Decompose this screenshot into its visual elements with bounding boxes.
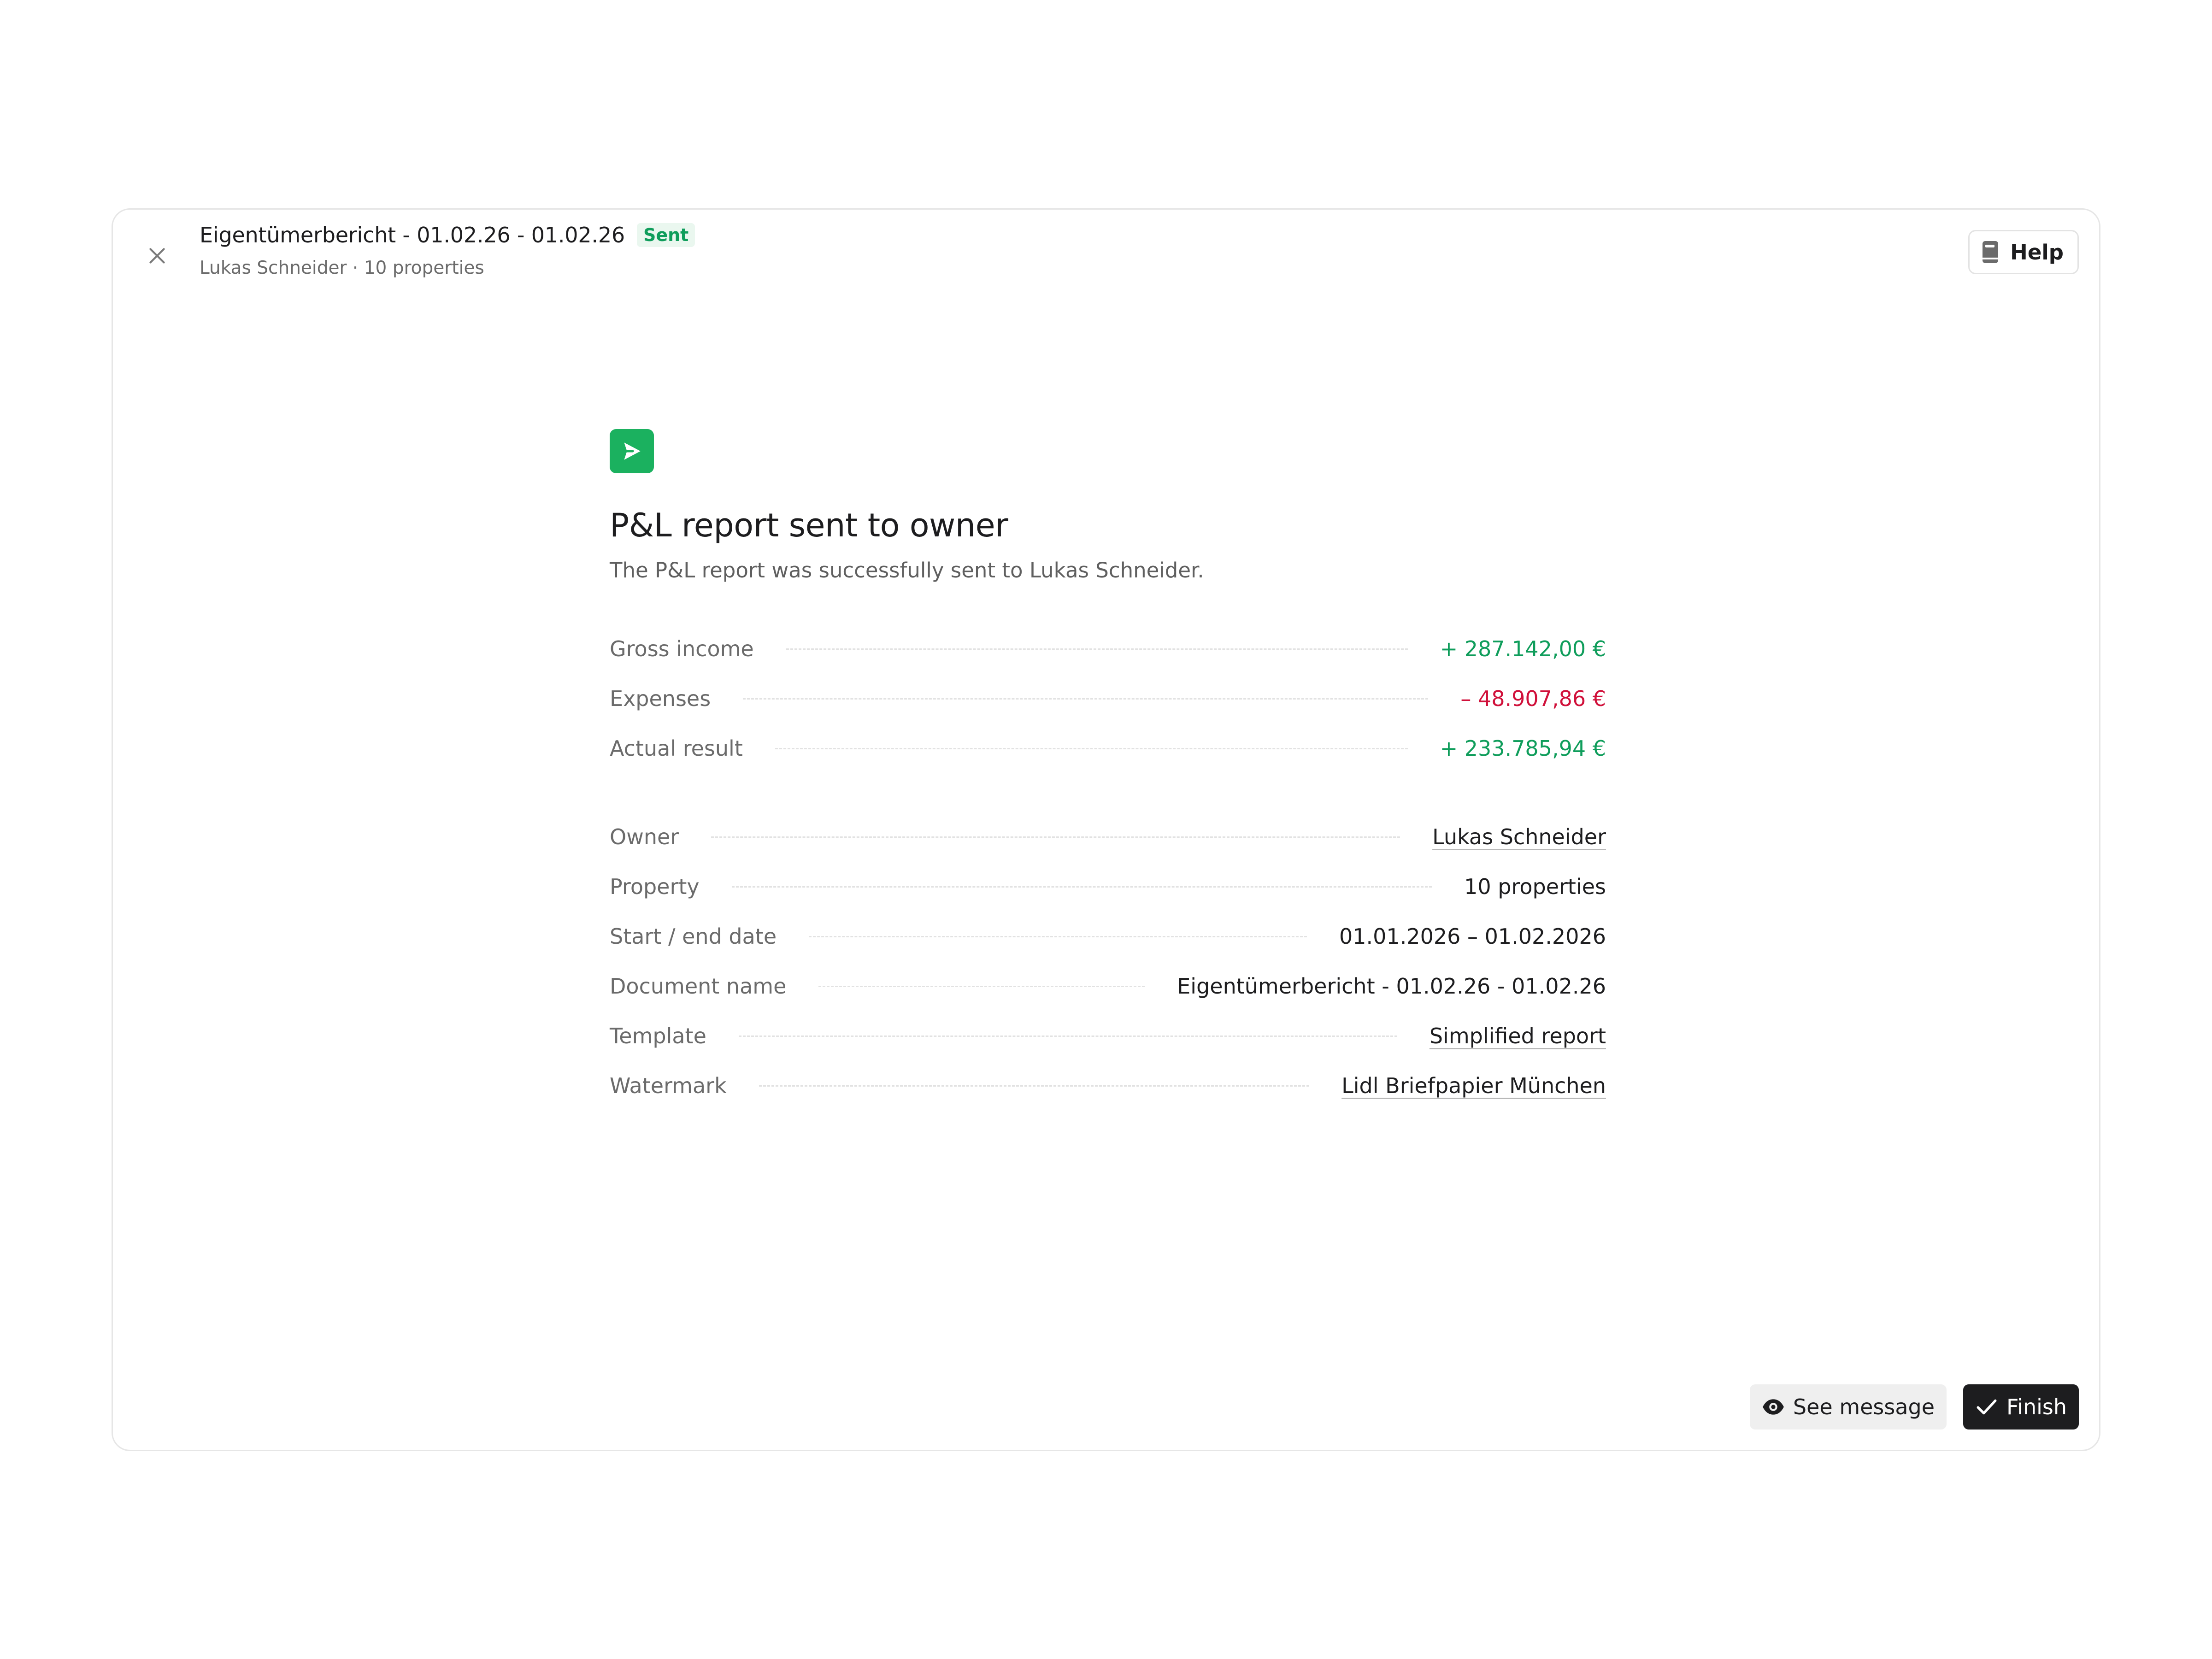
row-owner: Owner Lukas Schneider xyxy=(610,812,1606,862)
template-link[interactable]: Simplified report xyxy=(1430,1024,1606,1048)
row-actual-result: Actual result + 233.785,94 € xyxy=(610,724,1606,773)
summary-list: Gross income + 287.142,00 € Expenses – 4… xyxy=(610,624,1606,1111)
main-content: P&L report sent to owner The P&L report … xyxy=(610,429,1606,1111)
row-date-range: Start / end date 01.01.2026 – 01.02.2026 xyxy=(610,912,1606,961)
dotted-leader xyxy=(731,886,1432,888)
help-label: Help xyxy=(2010,240,2064,265)
dotted-leader xyxy=(775,747,1408,749)
row-watermark: Watermark Lidl Briefpapier München xyxy=(610,1061,1606,1111)
row-value: – 48.907,86 € xyxy=(1460,686,1606,711)
header-title-row: Eigentümerbericht - 01.02.26 - 01.02.26 … xyxy=(200,223,695,247)
report-sent-modal: Eigentümerbericht - 01.02.26 - 01.02.26 … xyxy=(112,208,2100,1451)
close-icon xyxy=(149,248,165,264)
row-document-name: Document name Eigentümerbericht - 01.02.… xyxy=(610,961,1606,1011)
see-message-button[interactable]: See message xyxy=(1749,1384,1947,1430)
dotted-leader xyxy=(743,698,1429,700)
row-template: Template Simplified report xyxy=(610,1011,1606,1061)
row-label: Template xyxy=(610,1024,706,1048)
help-button[interactable]: Help xyxy=(1968,230,2079,274)
document-title: Eigentümerbericht - 01.02.26 - 01.02.26 xyxy=(200,223,625,247)
row-label: Expenses xyxy=(610,686,711,711)
eye-icon xyxy=(1762,1399,1784,1415)
row-gross-income: Gross income + 287.142,00 € xyxy=(610,624,1606,674)
send-icon xyxy=(610,429,654,473)
row-label: Property xyxy=(610,874,700,899)
dotted-leader xyxy=(759,1085,1310,1087)
row-label: Start / end date xyxy=(610,924,777,949)
finish-button[interactable]: Finish xyxy=(1963,1384,2079,1430)
row-label: Watermark xyxy=(610,1073,727,1098)
page-description: The P&L report was successfully sent to … xyxy=(610,558,1204,582)
book-icon xyxy=(1983,241,1999,263)
row-label: Gross income xyxy=(610,636,754,661)
dotted-leader xyxy=(809,935,1307,937)
check-icon xyxy=(1977,1399,1997,1415)
row-expenses: Expenses – 48.907,86 € xyxy=(610,674,1606,724)
dotted-leader xyxy=(818,985,1145,987)
dotted-leader xyxy=(711,836,1400,838)
footer-actions: See message Finish xyxy=(1749,1384,2079,1430)
close-button[interactable] xyxy=(139,237,176,274)
header-subtitle: Lukas Schneider · 10 properties xyxy=(200,258,484,278)
see-message-label: See message xyxy=(1793,1394,1935,1419)
row-value: Eigentümerbericht - 01.02.26 - 01.02.26 xyxy=(1177,974,1606,999)
row-value: 01.01.2026 – 01.02.2026 xyxy=(1339,924,1606,949)
dotted-leader xyxy=(738,1035,1397,1037)
finish-label: Finish xyxy=(2006,1394,2067,1419)
row-value: 10 properties xyxy=(1464,874,1606,899)
watermark-link[interactable]: Lidl Briefpapier München xyxy=(1341,1073,1606,1098)
row-label: Owner xyxy=(610,824,679,849)
page-title: P&L report sent to owner xyxy=(610,506,1008,544)
row-value: + 287.142,00 € xyxy=(1440,636,1606,661)
row-value: + 233.785,94 € xyxy=(1440,736,1606,761)
dotted-leader xyxy=(786,648,1408,650)
status-badge: Sent xyxy=(636,223,695,247)
row-label: Document name xyxy=(610,974,787,999)
row-property: Property 10 properties xyxy=(610,862,1606,912)
owner-link[interactable]: Lukas Schneider xyxy=(1432,824,1606,849)
row-label: Actual result xyxy=(610,736,743,761)
